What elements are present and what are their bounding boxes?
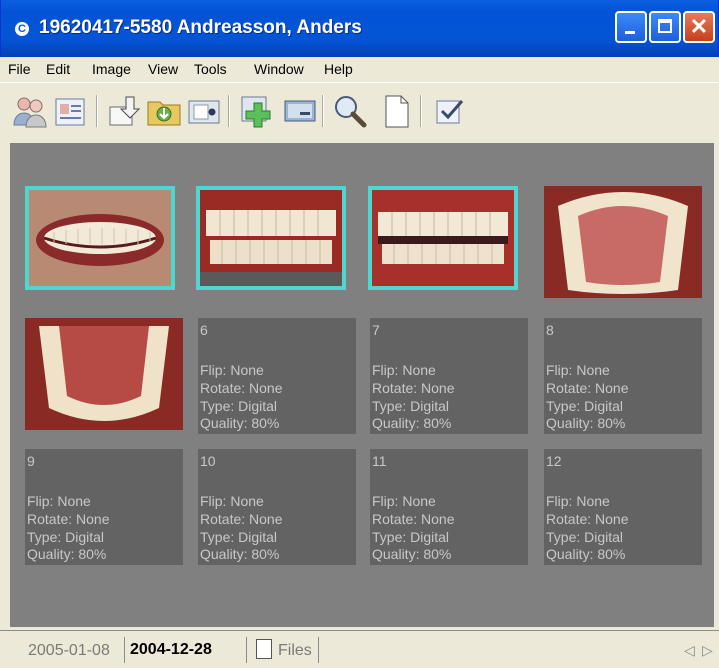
- slot-rotate: Rotate: None: [27, 511, 110, 527]
- slot-quality: Quality: 80%: [546, 415, 626, 431]
- patients-icon[interactable]: [12, 93, 48, 129]
- slot-number: 12: [546, 453, 562, 469]
- image-slot[interactable]: 6 Flip: None Rotate: None Type: Digital …: [198, 318, 356, 434]
- image-slot[interactable]: 11 Flip: None Rotate: None Type: Digital…: [370, 449, 528, 565]
- slot-flip: Flip: None: [372, 493, 436, 509]
- image-thumbnail[interactable]: [368, 186, 518, 290]
- slot-flip: Flip: None: [372, 362, 436, 378]
- tab-2004-12-28[interactable]: 2004-12-28: [130, 641, 212, 659]
- lower-occlusal-photo: [25, 318, 183, 430]
- image-thumbnail[interactable]: [25, 186, 175, 290]
- menu-image[interactable]: Image: [92, 61, 131, 77]
- slot-number: 9: [27, 453, 35, 469]
- menu-file[interactable]: File: [8, 61, 31, 77]
- import-icon[interactable]: [106, 93, 142, 129]
- maximize-button[interactable]: [649, 11, 681, 43]
- image-slot[interactable]: 12 Flip: None Rotate: None Type: Digital…: [544, 449, 702, 565]
- image-slot[interactable]: 10 Flip: None Rotate: None Type: Digital…: [198, 449, 356, 565]
- title-bar[interactable]: C 19620417-5580 Andreasson, Anders ✕: [0, 0, 719, 57]
- menu-view[interactable]: View: [148, 61, 178, 77]
- upper-occlusal-photo: [544, 186, 702, 298]
- image-thumbnail[interactable]: [25, 318, 183, 430]
- slot-type: Type: Digital: [200, 398, 278, 414]
- close-button[interactable]: ✕: [683, 11, 715, 43]
- toolbar-separator: [322, 95, 324, 127]
- slot-number: 7: [372, 322, 380, 338]
- document-icon: [256, 639, 272, 659]
- menu-edit[interactable]: Edit: [46, 61, 70, 77]
- slot-number: 11: [372, 453, 387, 469]
- slot-quality: Quality: 80%: [372, 415, 452, 431]
- menu-bar: File Edit Image View Tools Window Help: [0, 57, 719, 82]
- slot-flip: Flip: None: [200, 493, 264, 509]
- slot-type: Type: Digital: [200, 529, 278, 545]
- checklist-icon[interactable]: [432, 93, 468, 129]
- app-window: C 19620417-5580 Andreasson, Anders ✕ Fil…: [0, 0, 719, 668]
- camera-icon[interactable]: [186, 93, 222, 129]
- slot-quality: Quality: 80%: [546, 546, 626, 562]
- image-grid: 6 Flip: None Rotate: None Type: Digital …: [10, 143, 714, 627]
- tab-divider: [124, 637, 125, 663]
- patient-card-icon[interactable]: [52, 93, 88, 129]
- image-slot[interactable]: 7 Flip: None Rotate: None Type: Digital …: [370, 318, 528, 434]
- slot-flip: Flip: None: [27, 493, 91, 509]
- add-image-icon[interactable]: [238, 93, 274, 129]
- toolbar-separator: [228, 95, 230, 127]
- slot-quality: Quality: 80%: [200, 415, 280, 431]
- toolbar-separator: [420, 95, 422, 127]
- slot-type: Type: Digital: [546, 398, 624, 414]
- slot-number: 6: [200, 322, 208, 338]
- window-title: 19620417-5580 Andreasson, Anders: [39, 17, 362, 38]
- slot-rotate: Rotate: None: [546, 511, 629, 527]
- image-thumbnail[interactable]: [544, 186, 702, 298]
- menu-tools[interactable]: Tools: [194, 61, 227, 77]
- scroll-left-icon[interactable]: ◁: [684, 642, 695, 659]
- slot-rotate: Rotate: None: [200, 380, 283, 396]
- minimize-icon: [625, 31, 635, 34]
- image-slot[interactable]: 8 Flip: None Rotate: None Type: Digital …: [544, 318, 702, 434]
- slot-flip: Flip: None: [546, 493, 610, 509]
- slot-type: Type: Digital: [27, 529, 105, 545]
- screen-icon[interactable]: [282, 93, 318, 129]
- teeth-retractor-photo: [200, 190, 342, 286]
- toolbar: [0, 82, 719, 138]
- smile-photo: [29, 190, 171, 286]
- new-document-icon[interactable]: [378, 93, 414, 129]
- slot-rotate: Rotate: None: [546, 380, 629, 396]
- slot-type: Type: Digital: [546, 529, 624, 545]
- slot-type: Type: Digital: [372, 529, 450, 545]
- tab-files[interactable]: Files: [278, 642, 312, 660]
- slot-quality: Quality: 80%: [372, 546, 452, 562]
- slot-type: Type: Digital: [372, 398, 450, 414]
- slot-number: 10: [200, 453, 216, 469]
- menu-window[interactable]: Window: [254, 61, 304, 77]
- export-folder-icon[interactable]: [146, 93, 182, 129]
- toolbar-separator: [96, 95, 98, 127]
- slot-number: 8: [546, 322, 554, 338]
- slot-rotate: Rotate: None: [372, 380, 455, 396]
- scroll-right-icon[interactable]: ▷: [702, 642, 713, 659]
- slot-rotate: Rotate: None: [372, 511, 455, 527]
- date-tab-bar: 2005-01-08 2004-12-28 Files ◁ ▷: [0, 630, 719, 668]
- maximize-icon: [658, 19, 672, 33]
- magnify-icon[interactable]: [332, 93, 368, 129]
- tab-divider: [318, 637, 319, 663]
- slot-quality: Quality: 80%: [200, 546, 280, 562]
- minimize-button[interactable]: [615, 11, 647, 43]
- slot-flip: Flip: None: [200, 362, 264, 378]
- teeth-open-photo: [372, 190, 514, 286]
- slot-flip: Flip: None: [546, 362, 610, 378]
- image-slot[interactable]: 9 Flip: None Rotate: None Type: Digital …: [25, 449, 183, 565]
- slot-rotate: Rotate: None: [200, 511, 283, 527]
- app-icon[interactable]: C: [15, 22, 29, 36]
- tab-2005-01-08[interactable]: 2005-01-08: [28, 642, 110, 660]
- tab-divider: [246, 637, 247, 663]
- image-thumbnail[interactable]: [196, 186, 346, 290]
- menu-help[interactable]: Help: [324, 61, 353, 77]
- slot-quality: Quality: 80%: [27, 546, 107, 562]
- close-icon: ✕: [689, 14, 709, 39]
